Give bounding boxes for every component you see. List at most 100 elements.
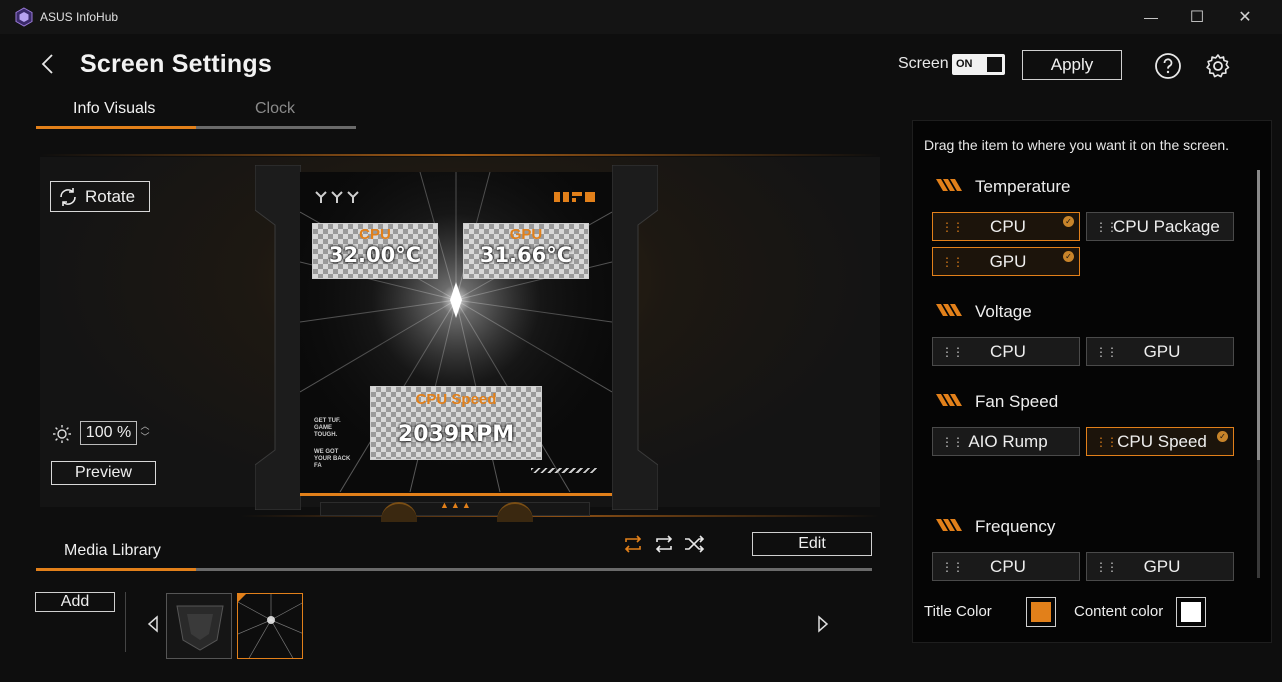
category-stripe-icon xyxy=(936,304,962,316)
screen-label: Screen xyxy=(898,55,949,72)
widget-cpu-temperature[interactable]: CPU 32.00°C xyxy=(312,223,438,279)
title-color-swatch[interactable] xyxy=(1026,597,1056,627)
drag-handle-icon[interactable]: ⋮⋮ xyxy=(1095,345,1118,359)
rotate-label: Rotate xyxy=(85,186,136,206)
apply-button[interactable]: Apply xyxy=(1022,50,1122,80)
device-frame-left xyxy=(255,165,301,510)
tuf-logo-icon xyxy=(315,191,359,203)
item-label: CPU xyxy=(990,216,1026,236)
drag-handle-icon[interactable]: ⋮⋮ xyxy=(941,435,964,449)
device-frame-right xyxy=(612,165,658,510)
next-arrow-icon[interactable] xyxy=(816,614,830,634)
item-temperature-cpu-package[interactable]: ⋮⋮ CPU Package xyxy=(1086,212,1234,241)
category-stripe-icon xyxy=(936,179,962,191)
widget-value: 2039RPM xyxy=(397,422,515,447)
widget-value: 31.66°C xyxy=(479,243,573,267)
item-temperature-cpu[interactable]: ⋮⋮ CPU ✓ xyxy=(932,212,1080,241)
dock-indicator-icon: ▲▲▲ xyxy=(440,500,473,510)
category-frequency: Frequency xyxy=(975,517,1056,536)
hazard-stripe xyxy=(531,468,597,473)
category-stripe-icon xyxy=(936,519,962,531)
brightness-unit: % xyxy=(116,424,132,441)
category-temperature: Temperature xyxy=(975,177,1071,196)
checkmark-icon: ✓ xyxy=(1063,216,1074,227)
app-title: ASUS InfoHub xyxy=(40,10,119,24)
category-stripe-icon xyxy=(936,394,962,406)
previous-arrow-icon[interactable] xyxy=(146,614,160,634)
preview-button[interactable]: Preview xyxy=(51,461,156,485)
drag-handle-icon[interactable]: ⋮⋮ xyxy=(1095,435,1118,449)
scrollbar-thumb[interactable] xyxy=(1257,170,1260,460)
minimize-icon: — xyxy=(1144,9,1158,25)
close-icon: ✕ xyxy=(1238,9,1252,26)
widget-title: GPU xyxy=(509,226,543,243)
side-slogan: GET TUF. GAME TOUGH. WE GOT YOUR BACK FA xyxy=(314,418,350,470)
chevron-down-icon[interactable]: ﹀ xyxy=(139,432,151,443)
maximize-icon: ☐ xyxy=(1189,9,1205,26)
chevron-up-icon[interactable]: ︿ xyxy=(139,421,151,432)
media-library-title: Media Library xyxy=(64,542,161,559)
title-color-label: Title Color xyxy=(924,603,992,620)
widget-cpu-fan-speed[interactable]: CPU Speed 2039RPM xyxy=(370,386,542,460)
tab-active-indicator xyxy=(36,126,196,129)
shuffle-icon[interactable] xyxy=(683,533,705,555)
drag-handle-icon[interactable]: ⋮⋮ xyxy=(941,345,964,359)
content-color-swatch[interactable] xyxy=(1176,597,1206,627)
maximize-button[interactable]: ☐ xyxy=(1174,0,1220,34)
page-title: Screen Settings xyxy=(80,50,272,78)
media-thumbnail-selected[interactable] xyxy=(237,593,303,659)
item-frequency-cpu[interactable]: ⋮⋮ CPU xyxy=(932,552,1080,581)
category-voltage: Voltage xyxy=(975,302,1032,321)
item-voltage-cpu[interactable]: ⋮⋮ CPU xyxy=(932,337,1080,366)
edit-button[interactable]: Edit xyxy=(752,532,872,556)
slogan-line: GAME xyxy=(314,425,332,431)
item-label: CPU Speed xyxy=(1117,431,1207,451)
loop-one-icon[interactable] xyxy=(622,533,644,555)
slogan-line: GET TUF. xyxy=(314,418,341,424)
item-fan-cpu-speed[interactable]: ⋮⋮ CPU Speed ✓ xyxy=(1086,427,1234,456)
brightness-input[interactable]: 100 % xyxy=(80,421,137,445)
screen-toggle[interactable]: ON xyxy=(952,54,1005,75)
rotate-button[interactable]: Rotate xyxy=(50,181,150,212)
brightness-stepper[interactable]: ︿ ﹀ xyxy=(139,421,151,445)
item-label: GPU xyxy=(1143,556,1181,576)
title-bar xyxy=(0,0,1282,34)
tab-info-visuals[interactable]: Info Visuals xyxy=(73,100,155,118)
loop-all-icon[interactable] xyxy=(653,533,675,555)
widget-title: CPU xyxy=(359,226,391,243)
settings-gear-icon[interactable] xyxy=(1204,52,1232,80)
widget-gpu-temperature[interactable]: GPU 31.66°C xyxy=(463,223,589,279)
category-fan-speed: Fan Speed xyxy=(975,392,1059,411)
close-button[interactable]: ✕ xyxy=(1222,0,1268,34)
drag-handle-icon[interactable]: ⋮⋮ xyxy=(941,255,964,269)
checkmark-icon: ✓ xyxy=(1217,431,1228,442)
back-arrow-icon[interactable] xyxy=(38,52,58,76)
media-active-indicator xyxy=(36,568,196,571)
media-thumbnail[interactable] xyxy=(166,593,232,659)
slogan-line: TOUGH. xyxy=(314,432,338,438)
drag-handle-icon[interactable]: ⋮⋮ xyxy=(941,220,964,234)
drag-handle-icon[interactable]: ⋮⋮ xyxy=(1095,560,1118,574)
item-temperature-gpu[interactable]: ⋮⋮ GPU ✓ xyxy=(932,247,1080,276)
drag-handle-icon[interactable]: ⋮⋮ xyxy=(941,560,964,574)
slogan-line: FA xyxy=(314,463,322,469)
item-label: AIO Rump xyxy=(968,431,1048,451)
toggle-state: ON xyxy=(956,58,973,70)
help-icon[interactable] xyxy=(1154,52,1182,80)
panel-hint: Drag the item to where you want it on th… xyxy=(924,137,1230,153)
item-frequency-gpu[interactable]: ⋮⋮ GPU xyxy=(1086,552,1234,581)
item-voltage-gpu[interactable]: ⋮⋮ GPU xyxy=(1086,337,1234,366)
tab-clock[interactable]: Clock xyxy=(255,100,295,118)
slogan-line: YOUR BACK xyxy=(314,456,351,462)
brightness-icon xyxy=(53,425,71,443)
drag-handle-icon[interactable]: ⋮⋮ xyxy=(1095,220,1118,234)
app-logo-icon xyxy=(15,7,33,27)
item-label: CPU xyxy=(990,341,1026,361)
item-label: GPU xyxy=(1143,341,1181,361)
minimize-button[interactable]: — xyxy=(1128,0,1174,34)
add-button[interactable]: Add xyxy=(35,592,115,612)
content-color-label: Content color xyxy=(1074,603,1164,620)
glow-line xyxy=(40,154,880,156)
item-fan-aio-pump[interactable]: ⋮⋮ AIO Rump xyxy=(932,427,1080,456)
widget-title: CPU Speed xyxy=(415,391,497,408)
